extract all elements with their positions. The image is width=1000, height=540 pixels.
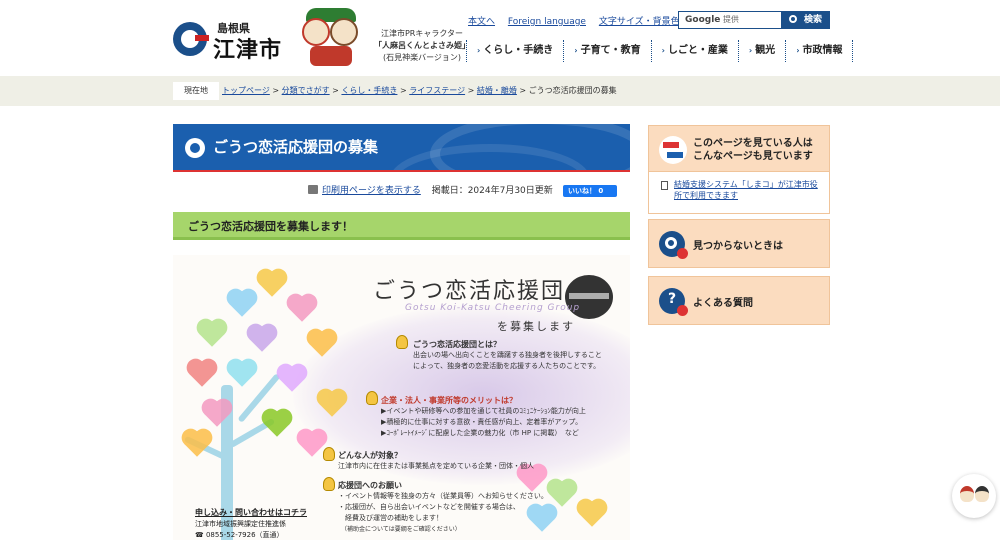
lightbulb-icon <box>396 335 408 349</box>
chevron-right-icon: › <box>661 46 665 55</box>
faq-button[interactable]: ? よくある質問 <box>648 276 830 325</box>
recruitment-poster: ごうつ恋活応援団 Gotsu Koi-Katsu Cheering Group … <box>173 255 630 540</box>
poster-recruit: を募集します <box>497 320 575 333</box>
utility-links: 本文へ Foreign language 文字サイズ・背景色変更 <box>468 14 708 27</box>
foreign-language-link[interactable]: Foreign language <box>508 17 586 27</box>
chevron-right-icon: › <box>748 46 753 55</box>
breadcrumb-marriage[interactable]: 結婚・離婚 <box>477 86 517 95</box>
site-search: Google 提供 検索 <box>678 11 830 29</box>
breadcrumb-category[interactable]: 分類でさがす <box>282 86 330 95</box>
related-pages-list: 結婚支援システム「しまコ」が江津市役所で利用できます <box>648 172 830 214</box>
breadcrumb-current: ごうつ恋活応援団の募集 <box>528 86 617 95</box>
section-heading: ごうつ恋活応援団を募集します！ <box>173 212 630 240</box>
related-link-shimako[interactable]: 結婚支援システム「しまコ」が江津市役所で利用できます <box>674 179 824 201</box>
related-pages-header: このページを見ている人は こんなページも見ています <box>648 125 830 172</box>
logo-city-name: 江津市 <box>213 37 283 63</box>
skip-to-content-link[interactable]: 本文へ <box>468 17 495 27</box>
search-help-icon <box>659 231 688 259</box>
global-nav: › くらし・手続き › 子育て・教育 › しごと・産業 › 観光 › 市政情報 <box>466 40 854 62</box>
refresh-arrows-icon <box>659 136 687 164</box>
mascot-caption: 江津市PRキャラクター 「人麻呂くんとよさみ姫」 (石見神楽バージョン) <box>374 29 470 62</box>
nav-tourism[interactable]: › 観光 <box>739 40 787 62</box>
search-input[interactable]: Google 提供 <box>678 11 782 29</box>
breadcrumb-top[interactable]: トップページ <box>222 86 270 95</box>
poster-contact: 申し込み・問い合わせはコチラ 江津市地域振興課定住推進係 ☎ 0855-52-7… <box>195 508 307 539</box>
lightbulb-icon <box>323 477 335 491</box>
nav-work[interactable]: › しごと・産業 <box>652 40 739 62</box>
published-date: 掲載日：2024年7月30日更新 <box>431 186 553 196</box>
search-icon <box>789 15 797 23</box>
not-found-button[interactable]: 見つからないときは <box>648 219 830 268</box>
mascot-image <box>300 6 362 68</box>
printer-icon <box>308 185 318 194</box>
breadcrumb-label: 現在地 <box>173 82 219 100</box>
nav-cityinfo[interactable]: › 市政情報 <box>786 40 854 62</box>
city-emblem-icon <box>173 22 209 56</box>
circle-bullet-icon <box>185 138 205 158</box>
chevron-right-icon: › <box>477 46 481 55</box>
chevron-right-icon: › <box>574 46 578 55</box>
page-meta: 印刷用ページを表示する 掲載日：2024年7月30日更新 <box>308 184 553 198</box>
breadcrumb-life[interactable]: くらし・手続き <box>341 86 397 95</box>
breadcrumb-lifestage[interactable]: ライフステージ <box>409 86 465 95</box>
poster-title: ごうつ恋活応援団 <box>373 279 566 304</box>
facebook-like-button[interactable]: いいね！ 0 <box>563 185 617 197</box>
poster-section-request: 応援団へのお願い ・イベント情報等を独身の方々（従業員等）へお知らせください。 … <box>338 481 548 533</box>
site-logo[interactable]: 島根県 江津市 <box>173 18 283 63</box>
poster-section-what: ごうつ恋活応援団とは？ 出会いの場へ出向くことを躊躇する独身者を後押しすること … <box>413 340 602 370</box>
mascot-floating-button[interactable] <box>952 474 996 518</box>
nav-life[interactable]: › くらし・手続き <box>466 40 565 62</box>
search-button[interactable]: 検索 <box>782 11 830 29</box>
nav-childcare[interactable]: › 子育て・教育 <box>564 40 652 62</box>
page-title-bar: ごうつ恋活応援団の募集 <box>173 124 630 172</box>
question-icon: ? <box>659 288 688 316</box>
breadcrumb: トップページ > 分類でさがす > くらし・手続き > ライフステージ > 結婚… <box>222 86 617 95</box>
lightbulb-icon <box>323 447 335 461</box>
poster-subtitle: Gotsu Koi-Katsu Cheering Group <box>405 303 581 313</box>
document-icon <box>661 181 668 190</box>
chevron-right-icon: › <box>796 46 800 55</box>
poster-section-merits: 企業・法人・事業所等のメリットは？ ▶イベントや研修等への参加を通じて社員のｺﾐ… <box>381 396 586 437</box>
lightbulb-icon <box>366 391 378 405</box>
print-page-link[interactable]: 印刷用ページを表示する <box>322 186 421 196</box>
site-header: 島根県 江津市 江津市PRキャラクター 「人麻呂くんとよさみ姫」 (石見神楽バー… <box>0 0 1000 76</box>
page-title: ごうつ恋活応援団の募集 <box>213 138 379 156</box>
poster-section-target: どんな人が対象？ 江津市内に在住または事業拠点を定めている企業・団体・個人 <box>338 451 534 470</box>
